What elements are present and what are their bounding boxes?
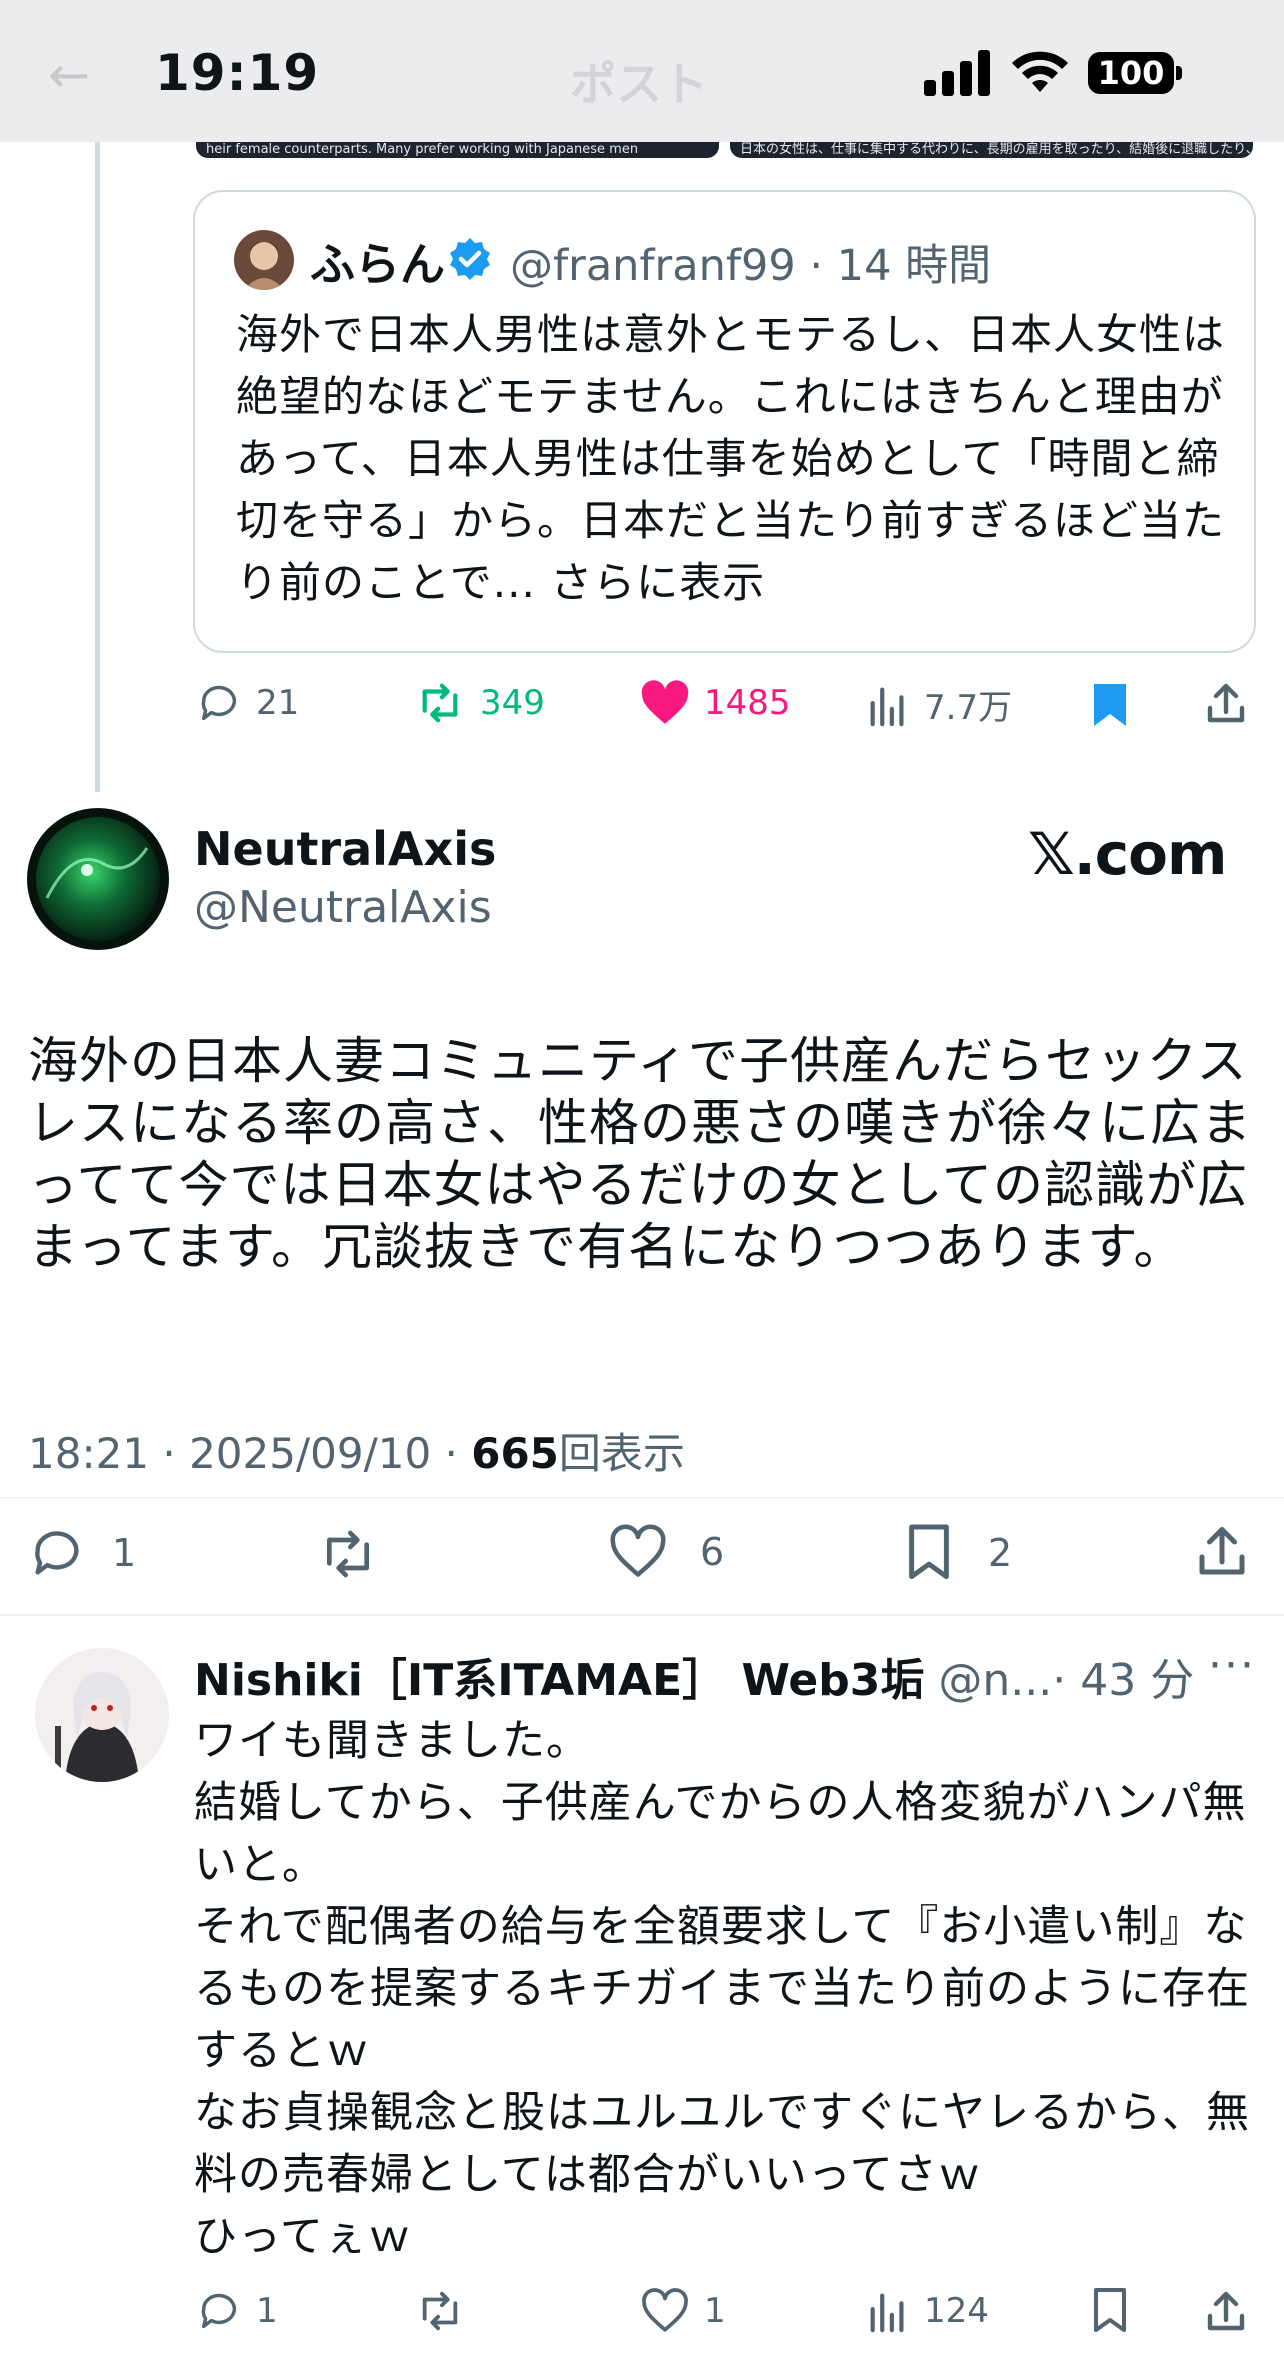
bookmark-button[interactable]: 2 bbox=[904, 1522, 1012, 1584]
battery-indicator: 100 bbox=[1088, 52, 1184, 94]
author-handle[interactable]: @NeutralAxis bbox=[194, 882, 492, 933]
author-name[interactable]: NeutralAxis bbox=[194, 822, 496, 876]
repost-button[interactable]: 349 bbox=[414, 680, 545, 726]
back-arrow-icon[interactable]: ← bbox=[48, 46, 90, 104]
avatar[interactable] bbox=[234, 230, 294, 290]
quoted-post-text: 海外で日本人男性は意外とモテるし、日本人女性は絶望的なほどモテません。これにはき… bbox=[236, 304, 1236, 614]
media-image-right[interactable]: 日本の女性は、仕事に集中する代わりに、長期の雇用を取ったり、結婚後に退職したり、… bbox=[730, 142, 1253, 158]
more-options-icon[interactable]: ··· bbox=[1208, 1640, 1256, 1691]
post-text: 海外の日本人妻コミュニティで子供産んだらセックスレスになる率の高さ、性格の悪さの… bbox=[28, 1032, 1252, 1276]
views-bar-chart-icon bbox=[870, 687, 904, 726]
bookmark-filled-icon[interactable] bbox=[1090, 680, 1130, 730]
views-button[interactable]: 124 bbox=[866, 2288, 989, 2334]
thread-connector-line bbox=[95, 142, 100, 792]
heart-filled-icon bbox=[641, 680, 689, 724]
reply-count: 1 bbox=[112, 1531, 137, 1575]
share-icon[interactable] bbox=[1202, 2288, 1250, 2336]
reply-icon bbox=[35, 1531, 79, 1575]
post-meta: 18:21 · 2025/09/10 · 665回表示 bbox=[28, 1420, 685, 1481]
bookmark-count: 2 bbox=[988, 1531, 1013, 1575]
divider bbox=[0, 1497, 1284, 1499]
like-button[interactable]: 1485 bbox=[640, 680, 791, 726]
media-caption-right: 日本の女性は、仕事に集中する代わりに、長期の雇用を取ったり、結婚後に退職したり、… bbox=[740, 142, 1253, 157]
reply-text: ワイも聞きました。 結婚してから、子供産んでからの人格変貌がハンパ無いと。 それ… bbox=[194, 1716, 1250, 2262]
repost-icon bbox=[422, 683, 458, 723]
like-count: 1 bbox=[704, 2291, 726, 2331]
views-count: 7.7万 bbox=[924, 688, 1013, 728]
reply-count: 21 bbox=[256, 683, 300, 723]
avatar[interactable] bbox=[35, 1648, 169, 1782]
reply-button[interactable]: 1 bbox=[196, 2288, 278, 2334]
share-icon[interactable] bbox=[1202, 680, 1250, 728]
reply-author-name[interactable]: Nishiki［IT系ITAMAE］ Web3垢 bbox=[194, 1655, 924, 1706]
quoted-author-name[interactable]: ふらん bbox=[310, 228, 445, 293]
wifi-icon bbox=[1012, 51, 1068, 92]
x-com-logo: 𝕏.com bbox=[1028, 820, 1227, 888]
like-count: 6 bbox=[700, 1530, 725, 1574]
repost-count: 349 bbox=[480, 683, 545, 723]
views-bar-chart-icon bbox=[870, 2293, 904, 2333]
quoted-timestamp: 14 時間 bbox=[836, 241, 992, 291]
like-count: 1485 bbox=[704, 683, 791, 723]
status-time: 19:19 bbox=[155, 44, 320, 102]
show-more-link[interactable]: さらに表示 bbox=[550, 558, 765, 607]
like-button[interactable]: 1 bbox=[640, 2288, 726, 2334]
quoted-author-handle: @franfranf99 · 14 時間 bbox=[510, 241, 992, 291]
like-button[interactable]: 6 bbox=[608, 1524, 724, 1580]
verified-badge-icon bbox=[450, 238, 490, 280]
reply-header: Nishiki［IT系ITAMAE］ Web3垢 @n...· 43 分 bbox=[194, 1644, 1194, 1708]
battery-level: 100 bbox=[1097, 54, 1165, 92]
cellular-signal-icon bbox=[924, 50, 990, 96]
view-count: 665 bbox=[471, 1429, 559, 1478]
avatar[interactable] bbox=[27, 808, 169, 950]
reply-count: 1 bbox=[256, 2291, 278, 2331]
reply-icon bbox=[201, 2293, 237, 2329]
heart-icon bbox=[642, 2288, 688, 2332]
view-label: 回表示 bbox=[558, 1429, 685, 1478]
reply-button[interactable]: 21 bbox=[196, 680, 299, 726]
media-caption-left: heir female counterparts. Many prefer wo… bbox=[206, 142, 639, 157]
share-icon[interactable] bbox=[1192, 1522, 1252, 1582]
views-button[interactable]: 7.7万 bbox=[866, 680, 1012, 729]
quoted-handle-text[interactable]: @franfranf99 bbox=[510, 241, 796, 291]
divider bbox=[0, 1614, 1284, 1616]
reply-icon bbox=[201, 685, 237, 721]
bookmark-icon bbox=[909, 1524, 949, 1580]
reply-author-handle[interactable]: @n... bbox=[938, 1655, 1052, 1706]
page-title: ポスト bbox=[570, 57, 708, 111]
reply-timestamp: · 43 分 bbox=[1052, 1655, 1195, 1706]
bookmark-icon[interactable] bbox=[1090, 2286, 1130, 2336]
post-timestamp[interactable]: 18:21 · 2025/09/10 · bbox=[28, 1429, 471, 1478]
heart-icon bbox=[610, 1524, 666, 1577]
status-bar: ← ポスト 19:19 100 bbox=[0, 0, 1284, 142]
repost-icon[interactable] bbox=[414, 2288, 466, 2334]
repost-icon[interactable] bbox=[316, 1526, 380, 1582]
media-image-left[interactable]: heir female counterparts. Many prefer wo… bbox=[196, 142, 719, 158]
views-count: 124 bbox=[924, 2291, 989, 2331]
reply-button[interactable]: 1 bbox=[28, 1524, 136, 1582]
